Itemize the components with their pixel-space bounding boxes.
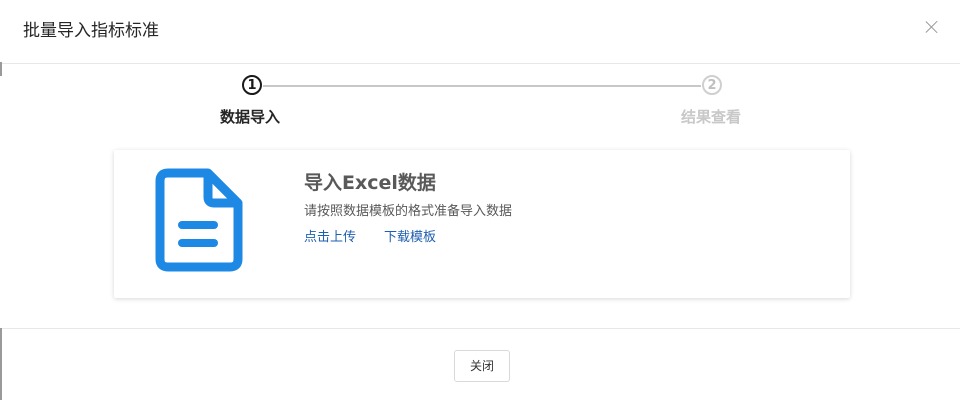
- dialog-title: 批量导入指标标准: [23, 21, 159, 41]
- close-button[interactable]: 关闭: [454, 350, 510, 382]
- import-card: 导入Excel数据 请按照数据模板的格式准备导入数据 点击上传 下载模板: [114, 150, 850, 298]
- step-2-circle: 2: [702, 75, 722, 95]
- card-description: 请按照数据模板的格式准备导入数据: [304, 204, 513, 219]
- import-dialog: 批量导入指标标准 1 2 数据导入 结果查看 导入Excel数据 请按照数据模板…: [2, 0, 960, 400]
- step-2-label: 结果查看: [681, 108, 742, 126]
- step-connector: [263, 85, 701, 87]
- step-1-label: 数据导入: [220, 108, 281, 126]
- document-icon: [155, 168, 243, 272]
- close-icon[interactable]: [922, 17, 942, 37]
- dialog-header: 批量导入指标标准: [2, 0, 960, 64]
- download-template-link[interactable]: 下载模板: [384, 229, 436, 247]
- dialog-footer: 关闭: [2, 328, 960, 401]
- card-title: 导入Excel数据: [304, 172, 436, 194]
- step-1-circle: 1: [242, 75, 262, 95]
- upload-link[interactable]: 点击上传: [304, 229, 356, 247]
